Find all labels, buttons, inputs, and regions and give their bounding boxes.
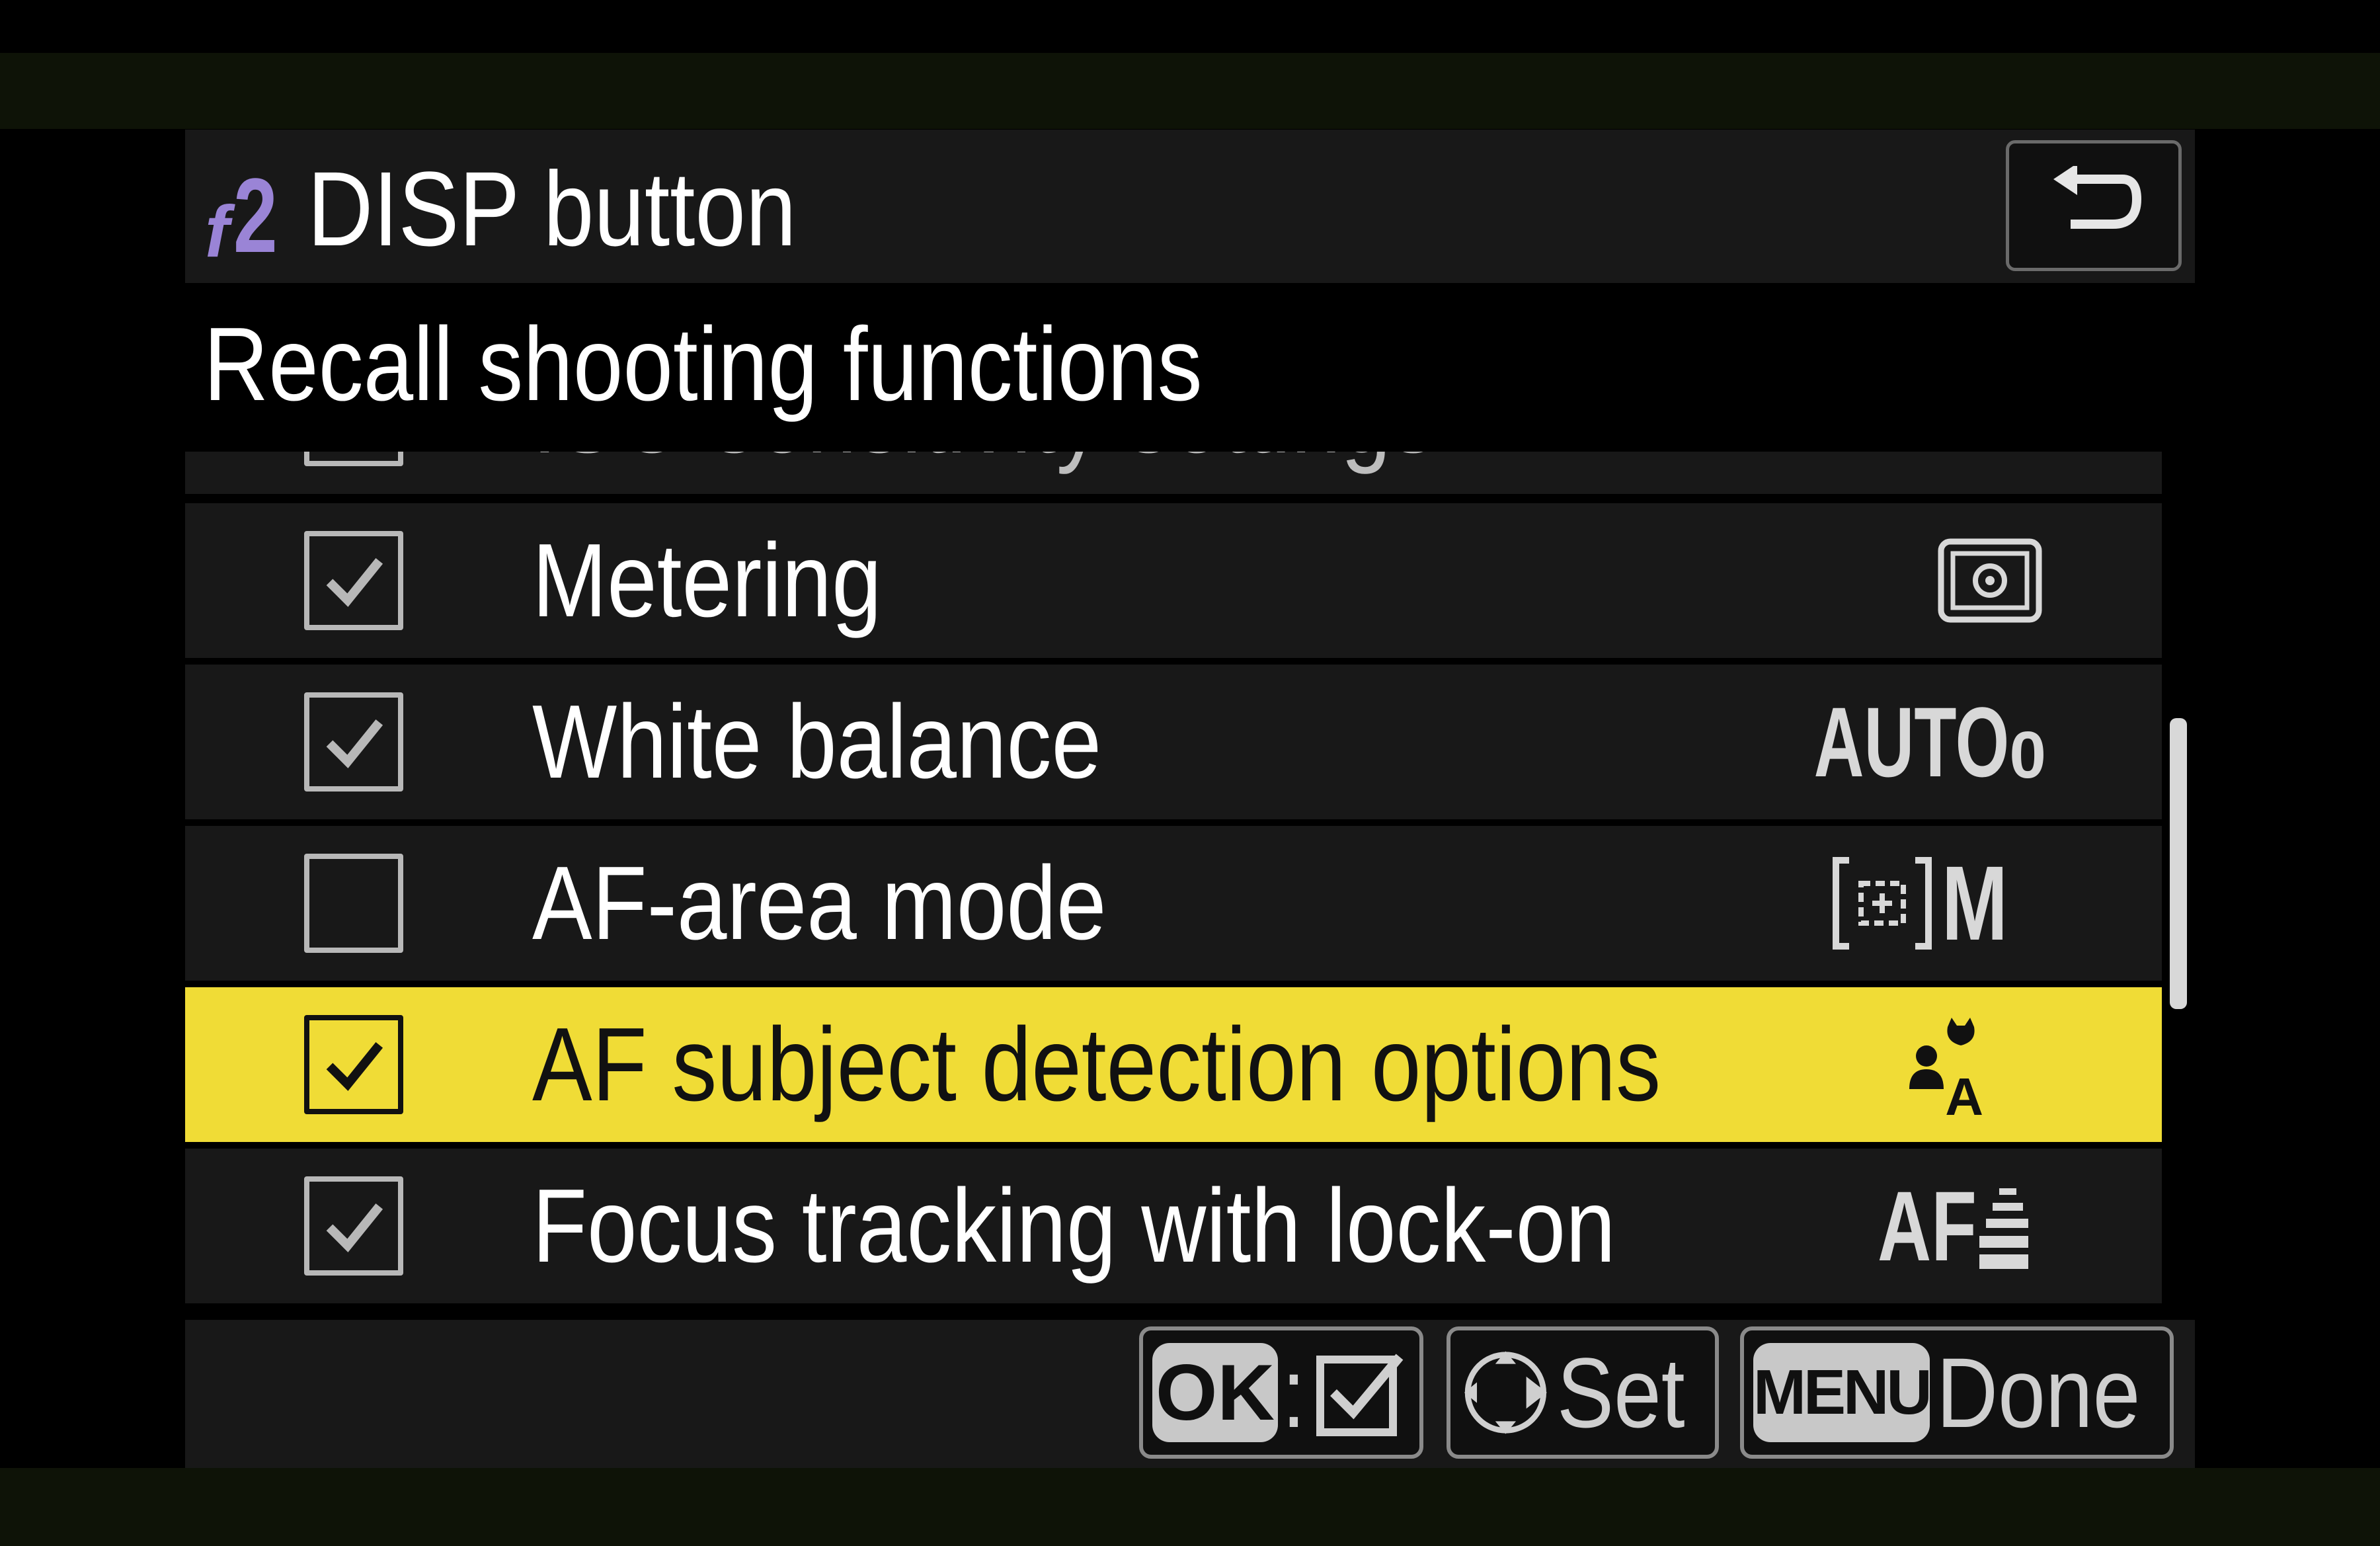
bottom-border-band [0,1468,2380,1546]
list-item-label: Metering [532,522,882,639]
done-button[interactable]: MENU Done [1740,1326,2174,1459]
set-button[interactable]: Set [1447,1326,1719,1459]
list-item-label: AF subject detection options [532,1006,1661,1123]
list-item[interactable]: ISO sensitivity settings [185,452,2162,494]
checkbox[interactable] [304,452,403,466]
ok-separator: : [1282,1337,1306,1448]
menu-key-badge: MENU [1753,1343,1932,1442]
multi-selector-icon [1464,1351,1547,1434]
list-item-af-area-mode[interactable]: AF-area mode M [185,826,2162,981]
subject-detection-icon: A [1904,1008,1983,1126]
function-list: ISO sensitivity settings Metering [185,452,2162,1440]
checkbox-checked[interactable] [304,531,403,630]
checkbox-icon [1316,1354,1404,1436]
focus-tracking-af-text: AF [1878,1170,1977,1282]
list-item-metering[interactable]: Metering [185,503,2162,658]
metering-matrix-icon [1937,524,2043,637]
menu-code: f 2 [205,156,292,268]
footer-bar: OK : Set MENU Done [185,1320,2195,1468]
list-item-label: ISO sensitivity settings [532,452,1436,479]
ok-check-button[interactable]: OK : [1139,1326,1423,1459]
done-label: Done [1936,1337,2141,1448]
wb-auto-text: AUTO [1813,686,2010,797]
list-item-label: Focus tracking with lock-on [532,1168,1616,1284]
camera-menu-screen: f 2 DISP button Recall shooting function… [0,0,2380,1546]
menu-code-number: 2 [233,156,278,274]
af-area-icon: M [1829,844,2030,962]
list-item-label: AF-area mode [532,845,1107,961]
checkbox-unchecked[interactable] [304,854,403,953]
list-item-af-subject-detection[interactable]: AF subject detection options A [185,987,2162,1142]
list-item-focus-tracking[interactable]: Focus tracking with lock-on AF [185,1149,2162,1303]
page-subtitle: Recall shooting functions [204,306,1203,423]
return-arrow-icon [2053,166,2142,229]
menu-header: f 2 DISP button [185,130,2195,283]
checkbox-checked[interactable] [304,1015,403,1114]
top-border-band [0,53,2380,129]
white-balance-auto-icon: AUTO 0 [1730,686,2046,798]
menu-panel: f 2 DISP button Recall shooting function… [185,130,2195,1468]
ok-key-badge: OK [1152,1343,1278,1442]
checkbox-checked[interactable] [304,692,403,792]
scrollbar[interactable] [2170,718,2187,1009]
af-area-mode-text: M [1941,844,2008,962]
list-item-white-balance[interactable]: White balance AUTO 0 [185,665,2162,819]
list-item-label: White balance [532,684,1102,800]
checkbox-checked[interactable] [304,1176,403,1276]
focus-tracking-icon: AF [1844,1170,2030,1282]
subject-detection-auto-text: A [1945,1067,1983,1126]
set-label: Set [1556,1337,1685,1448]
wb-sub-text: 0 [2009,717,2046,792]
menu-code-letter: f [205,191,229,272]
page-title: DISP button [307,149,797,268]
back-button[interactable] [2006,140,2182,271]
